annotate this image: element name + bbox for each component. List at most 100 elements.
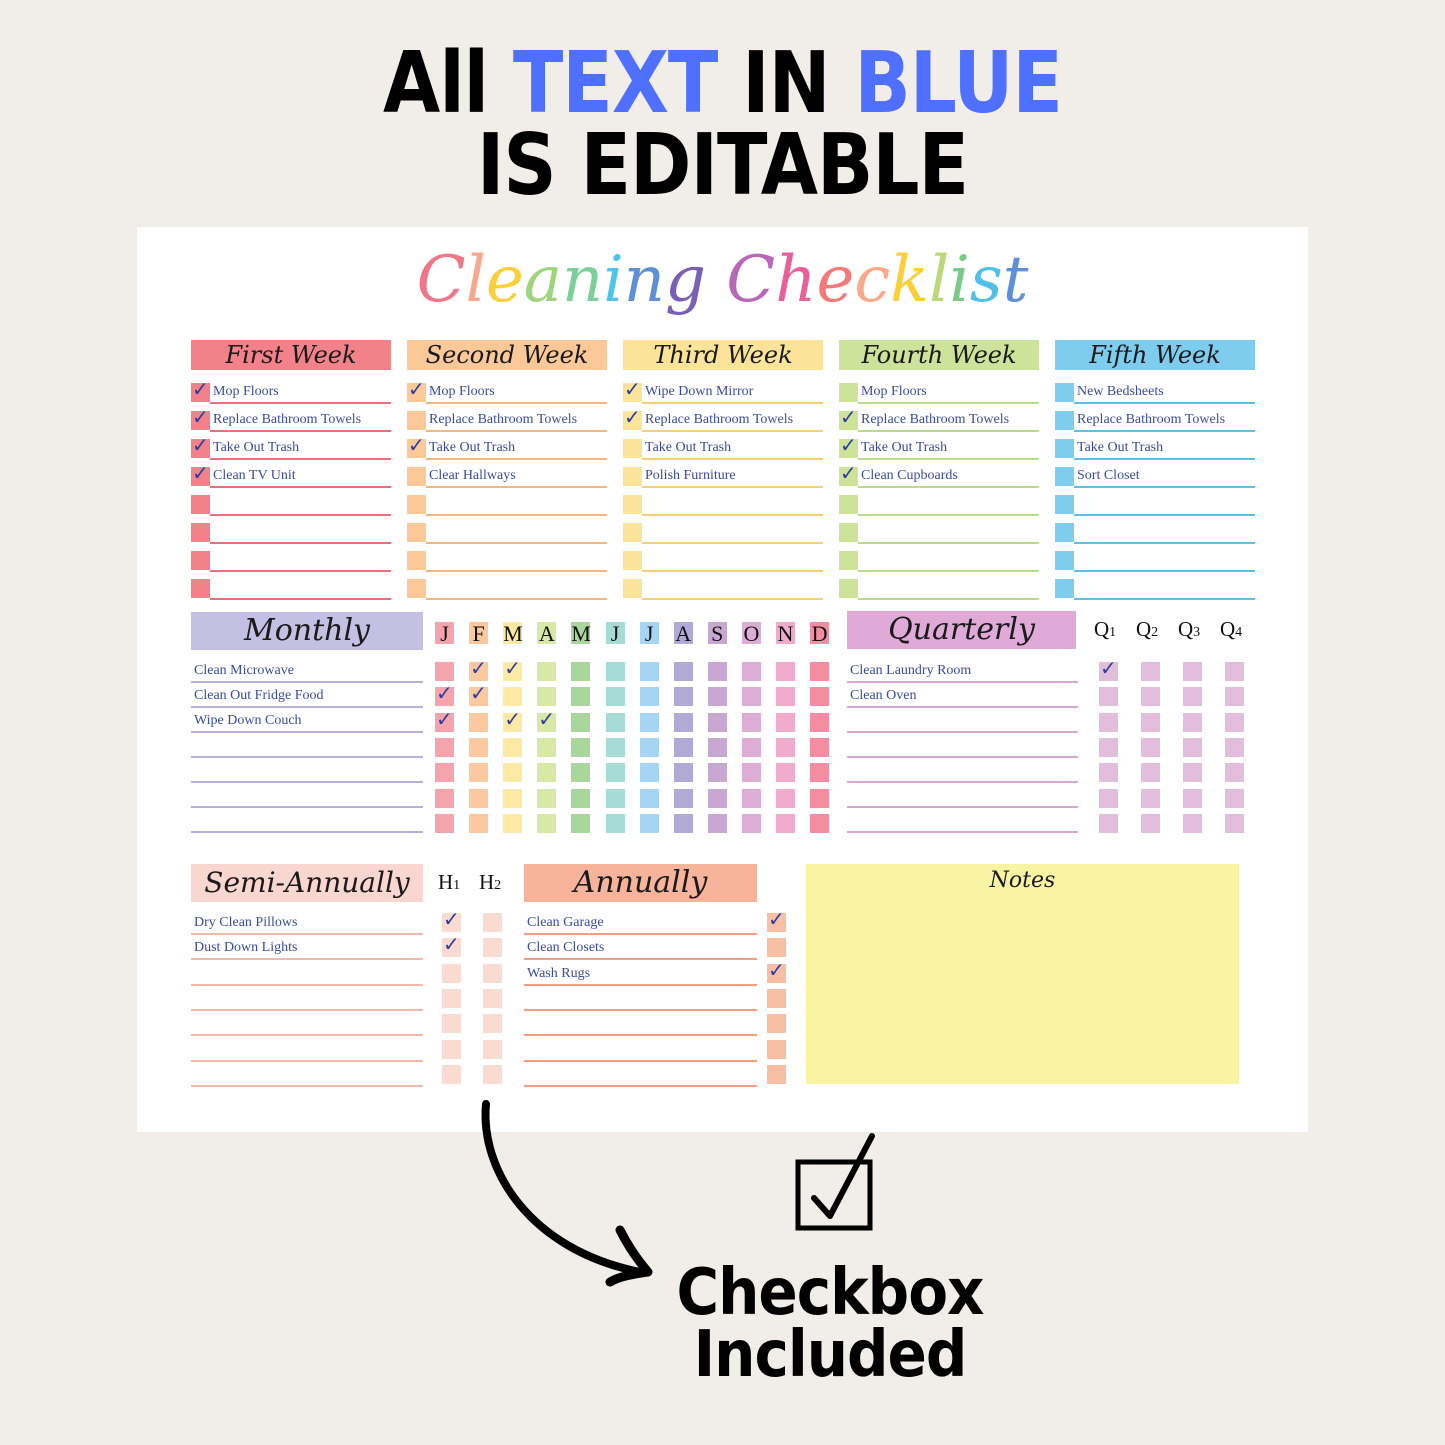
checkbox[interactable]	[810, 662, 830, 681]
checkbox-checked[interactable]: ✓	[623, 379, 642, 402]
checkbox[interactable]	[1183, 662, 1202, 681]
task-text[interactable]: Mop Floors	[861, 384, 927, 400]
checkbox[interactable]	[741, 737, 761, 757]
checkbox[interactable]	[776, 788, 795, 808]
task-text[interactable]: Take Out Trash	[429, 440, 515, 456]
task-text[interactable]: Take Out Trash	[645, 440, 731, 456]
checkbox[interactable]	[1183, 788, 1202, 808]
checkbox[interactable]	[810, 763, 830, 783]
checkbox[interactable]	[537, 813, 557, 833]
checkbox[interactable]	[1099, 763, 1118, 783]
checkbox[interactable]	[1225, 712, 1244, 732]
checkbox[interactable]	[639, 662, 659, 681]
checkbox[interactable]	[767, 988, 786, 1008]
checkbox[interactable]	[707, 662, 727, 681]
checkbox[interactable]	[673, 763, 693, 783]
checkbox[interactable]	[571, 813, 591, 833]
checkbox-checked[interactable]: ✓	[442, 909, 461, 932]
checkbox[interactable]	[1055, 551, 1074, 570]
checkbox-checked[interactable]: ✓	[469, 658, 489, 681]
checkbox[interactable]	[571, 737, 591, 757]
checkbox[interactable]	[1099, 788, 1118, 808]
checkbox[interactable]	[483, 1039, 502, 1059]
checkbox[interactable]	[571, 687, 591, 707]
checkbox[interactable]	[191, 495, 210, 514]
checkbox[interactable]	[707, 712, 727, 732]
checkbox[interactable]	[191, 579, 210, 598]
checkbox-checked[interactable]: ✓	[839, 407, 858, 430]
checkbox[interactable]	[1183, 737, 1202, 757]
checkbox[interactable]	[673, 712, 693, 732]
checkbox-checked[interactable]: ✓	[191, 407, 210, 430]
checkbox-checked[interactable]: ✓	[503, 658, 523, 681]
checkbox[interactable]	[483, 1064, 502, 1084]
checkbox[interactable]	[503, 813, 523, 833]
checkbox[interactable]	[571, 788, 591, 808]
checkbox[interactable]	[1141, 687, 1160, 707]
checkbox[interactable]	[1225, 687, 1244, 707]
checkbox[interactable]	[707, 788, 727, 808]
checkbox[interactable]	[1055, 523, 1074, 542]
checkbox-checked[interactable]: ✓	[407, 435, 426, 458]
checkbox[interactable]	[810, 737, 830, 757]
task-text[interactable]: Dry Clean Pillows	[194, 915, 297, 931]
task-text[interactable]: Dust Down Lights	[194, 940, 297, 956]
checkbox-checked[interactable]: ✓	[407, 379, 426, 402]
checkbox[interactable]	[407, 523, 426, 542]
checkbox[interactable]	[442, 988, 461, 1008]
checkbox[interactable]	[407, 551, 426, 570]
task-text[interactable]: Take Out Trash	[1077, 440, 1163, 456]
checkbox[interactable]	[469, 788, 489, 808]
checkbox[interactable]	[503, 763, 523, 783]
checkbox[interactable]	[442, 1039, 461, 1059]
checkbox[interactable]	[767, 1064, 786, 1084]
checkbox[interactable]	[435, 813, 454, 833]
checkbox[interactable]	[537, 763, 557, 783]
checkbox[interactable]	[776, 763, 795, 783]
checkbox[interactable]	[810, 687, 830, 707]
task-text[interactable]: Replace Bathroom Towels	[429, 412, 577, 428]
checkbox[interactable]	[537, 737, 557, 757]
checkbox[interactable]	[623, 495, 642, 514]
checkbox[interactable]	[605, 737, 625, 757]
checkbox[interactable]	[435, 763, 454, 783]
checkbox[interactable]	[639, 813, 659, 833]
checkbox-checked[interactable]: ✓	[469, 683, 489, 707]
checkbox[interactable]	[605, 788, 625, 808]
checkbox[interactable]	[503, 788, 523, 808]
checkbox[interactable]	[639, 712, 659, 732]
checkbox-checked[interactable]: ✓	[435, 709, 454, 732]
checkbox[interactable]	[1141, 662, 1160, 681]
checkbox-checked[interactable]: ✓	[767, 909, 786, 932]
checkbox[interactable]	[639, 788, 659, 808]
checkbox[interactable]	[1225, 662, 1244, 681]
task-text[interactable]: Mop Floors	[429, 384, 495, 400]
checkbox-checked[interactable]: ✓	[839, 463, 858, 486]
task-text[interactable]: Clean Microwave	[194, 663, 294, 679]
checkbox[interactable]	[483, 963, 502, 983]
task-text[interactable]: Clean TV Unit	[213, 468, 296, 484]
checkbox[interactable]	[673, 813, 693, 833]
task-text[interactable]: Clean Oven	[850, 688, 916, 704]
task-text[interactable]: Clear Hallways	[429, 468, 516, 484]
checkbox-checked[interactable]: ✓	[191, 435, 210, 458]
checkbox[interactable]	[435, 662, 454, 681]
task-text[interactable]: Replace Bathroom Towels	[861, 412, 1009, 428]
checkbox-checked[interactable]: ✓	[839, 435, 858, 458]
checkbox[interactable]	[605, 662, 625, 681]
checkbox[interactable]	[435, 737, 454, 757]
checkbox[interactable]	[1099, 712, 1118, 732]
checkbox-checked[interactable]: ✓	[191, 463, 210, 486]
checkbox[interactable]	[1225, 737, 1244, 757]
checkbox[interactable]	[1099, 813, 1118, 833]
task-text[interactable]: Replace Bathroom Towels	[645, 412, 793, 428]
checkbox[interactable]	[1141, 813, 1160, 833]
checkbox[interactable]	[839, 551, 858, 570]
checkbox[interactable]	[707, 763, 727, 783]
checkbox-checked[interactable]: ✓	[442, 934, 461, 958]
checkbox[interactable]	[407, 411, 426, 430]
checkbox[interactable]	[741, 788, 761, 808]
checkbox[interactable]	[839, 495, 858, 514]
checkbox[interactable]	[1141, 788, 1160, 808]
checkbox[interactable]	[537, 788, 557, 808]
